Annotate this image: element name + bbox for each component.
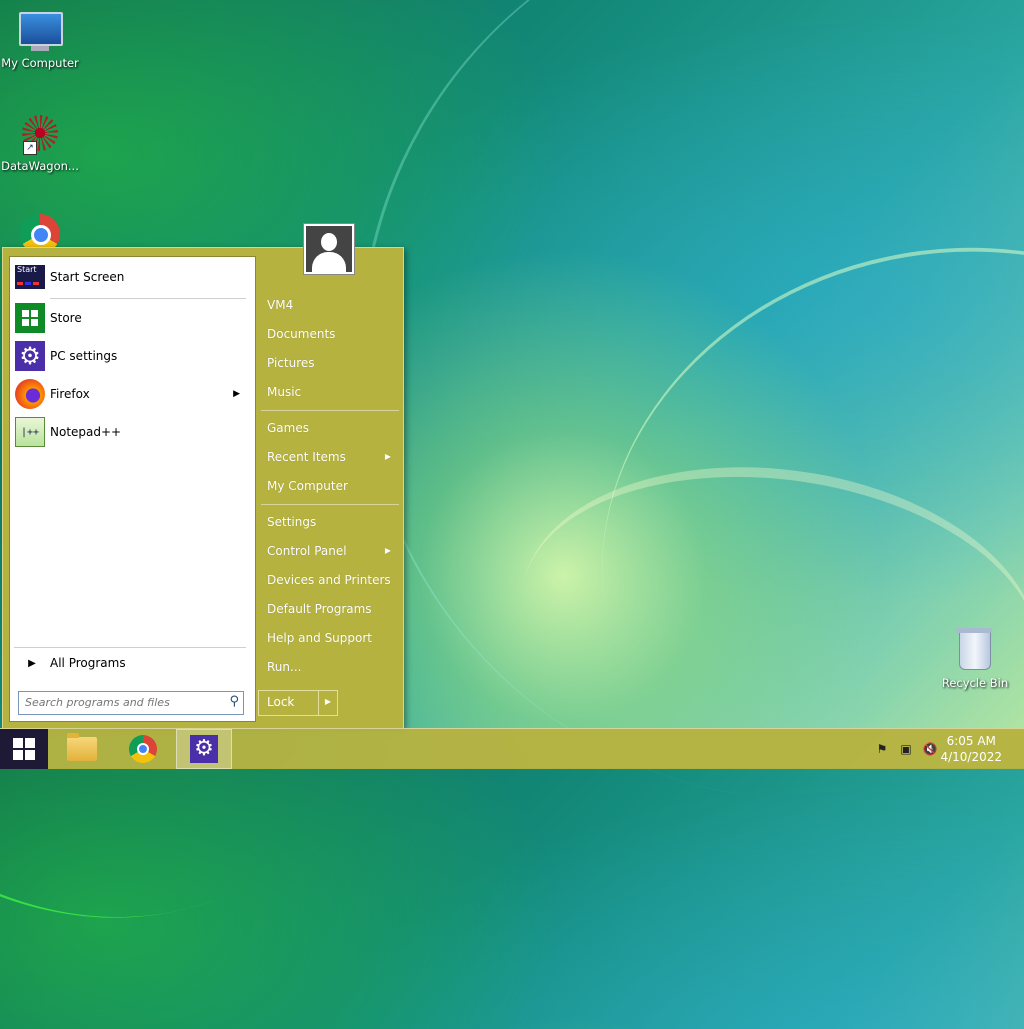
start-menu: Start Start Screen Store ⚙ PC settings F… xyxy=(2,223,404,729)
start-link-games[interactable]: Games xyxy=(261,415,399,441)
firefox-icon xyxy=(14,378,46,410)
start-icon-text: Start xyxy=(17,265,37,274)
desktop-icon-datawagon[interactable]: ↗ DataWagon... xyxy=(0,112,80,173)
start-link-label: Control Panel xyxy=(267,544,347,558)
start-link-run[interactable]: Run... xyxy=(261,654,399,680)
separator xyxy=(14,647,246,648)
start-menu-programs-pane: Start Start Screen Store ⚙ PC settings F… xyxy=(9,256,256,722)
action-center-flag-icon[interactable]: ⚑ xyxy=(874,741,890,757)
start-link-label: Games xyxy=(267,421,309,435)
notepad-plus-plus-icon: |++ xyxy=(14,416,46,448)
desktop-icon-label: Recycle Bin xyxy=(941,676,1009,690)
start-link-label: My Computer xyxy=(267,479,348,493)
separator xyxy=(261,410,399,411)
program-firefox[interactable]: Firefox ▶ xyxy=(14,378,250,410)
start-link-label: Recent Items xyxy=(267,450,346,464)
start-screen-icon: Start xyxy=(14,261,46,293)
start-link-help-support[interactable]: Help and Support xyxy=(261,625,399,651)
lock-button-group: Lock ▶ xyxy=(258,690,338,716)
clock-date: 4/10/2022 xyxy=(940,750,1002,764)
start-link-label: Default Programs xyxy=(267,602,372,616)
submenu-arrow-icon: ▶ xyxy=(233,389,240,399)
file-explorer-icon xyxy=(67,733,97,761)
datawagon-icon: ↗ xyxy=(19,115,61,157)
all-programs-button[interactable]: ▶ All Programs xyxy=(14,653,250,673)
start-link-label: Pictures xyxy=(267,356,315,370)
taskbar-settings[interactable]: ⚙ xyxy=(176,729,232,769)
program-label: PC settings xyxy=(50,349,118,363)
program-label: Firefox xyxy=(50,387,90,401)
program-start-screen[interactable]: Start Start Screen xyxy=(14,261,250,293)
program-label: Store xyxy=(50,311,82,325)
user-picture[interactable] xyxy=(303,223,355,275)
desktop-icon-label: My Computer xyxy=(1,56,79,70)
submenu-arrow-icon: ▶ xyxy=(384,546,391,555)
start-link-label: VM4 xyxy=(267,298,294,312)
separator xyxy=(261,504,399,505)
taskbar-file-explorer[interactable] xyxy=(54,729,110,769)
arrow-right-icon: ▶ xyxy=(28,657,36,669)
start-link-control-panel[interactable]: Control Panel ▶ xyxy=(261,538,399,564)
computer-icon xyxy=(19,12,63,54)
clock-time: 6:05 AM xyxy=(946,734,996,748)
taskbar: ⚙ ⚑ ▣ 🔇 6:05 AM 4/10/2022 xyxy=(0,728,1024,769)
recycle-bin-icon xyxy=(954,628,996,674)
all-programs-label: All Programs xyxy=(50,656,126,670)
program-label: Notepad++ xyxy=(50,425,122,439)
start-link-pictures[interactable]: Pictures xyxy=(261,350,399,376)
start-link-label: Documents xyxy=(267,327,336,341)
search-icon[interactable]: ⚲ xyxy=(229,694,239,709)
start-link-label: Help and Support xyxy=(267,631,372,645)
system-clock[interactable]: 6:05 AM 4/10/2022 xyxy=(940,733,1002,765)
search-input[interactable] xyxy=(19,692,221,712)
start-link-music[interactable]: Music xyxy=(261,379,399,405)
shortcut-arrow-icon: ↗ xyxy=(23,141,37,155)
start-button[interactable] xyxy=(0,729,48,769)
search-box: ⚲ xyxy=(18,691,244,715)
start-link-settings[interactable]: Settings xyxy=(261,509,399,535)
desktop-icon-label: DataWagon... xyxy=(1,159,79,173)
separator xyxy=(50,298,246,299)
chrome-icon xyxy=(129,735,157,763)
program-label: Start Screen xyxy=(50,270,125,284)
user-avatar-icon xyxy=(306,226,352,272)
submenu-arrow-icon: ▶ xyxy=(384,452,391,461)
power-options-arrow-icon[interactable]: ▶ xyxy=(318,691,337,715)
start-link-user-folder[interactable]: VM4 xyxy=(261,292,399,318)
start-link-devices-printers[interactable]: Devices and Printers xyxy=(261,567,399,593)
start-link-my-computer[interactable]: My Computer xyxy=(261,473,399,499)
start-link-label: Run... xyxy=(267,660,302,674)
settings-icon: ⚙ xyxy=(190,735,218,763)
start-link-label: Settings xyxy=(267,515,317,529)
start-link-documents[interactable]: Documents xyxy=(261,321,399,347)
desktop-icon-recycle-bin[interactable]: Recycle Bin xyxy=(935,628,1015,690)
wallpaper-swoosh xyxy=(544,183,1024,921)
taskbar-chrome[interactable] xyxy=(115,729,171,769)
start-link-recent-items[interactable]: Recent Items ▶ xyxy=(261,444,399,470)
program-pc-settings[interactable]: ⚙ PC settings xyxy=(14,340,250,372)
windows-logo-icon xyxy=(13,738,35,760)
gear-icon: ⚙ xyxy=(14,340,46,372)
start-link-label: Devices and Printers xyxy=(267,573,391,587)
program-notepad-plus-plus[interactable]: |++ Notepad++ xyxy=(14,416,250,448)
lock-button[interactable]: Lock xyxy=(259,691,318,715)
desktop-icon-my-computer[interactable]: My Computer xyxy=(0,8,80,70)
start-link-label: Music xyxy=(267,385,302,399)
start-link-default-programs[interactable]: Default Programs xyxy=(261,596,399,622)
network-icon[interactable]: ▣ xyxy=(898,741,914,757)
program-store[interactable]: Store xyxy=(14,302,250,334)
volume-muted-icon[interactable]: 🔇 xyxy=(922,741,938,757)
store-icon xyxy=(14,302,46,334)
